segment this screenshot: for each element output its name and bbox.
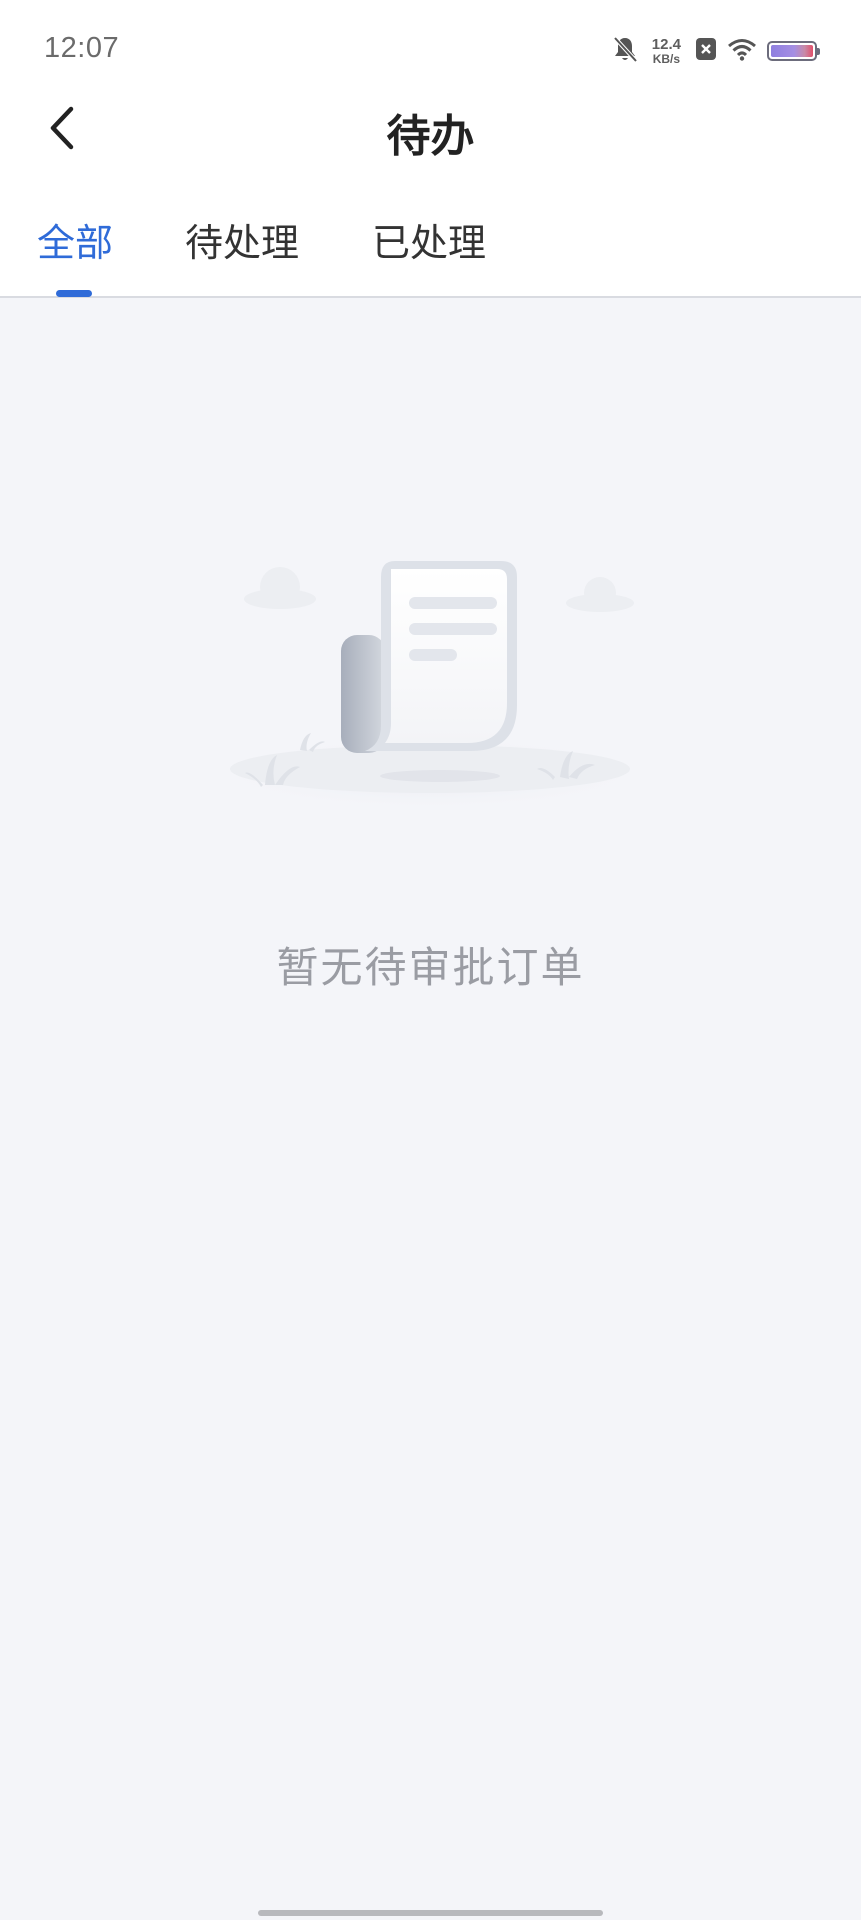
page-title: 待办	[386, 111, 475, 162]
status-bar: 12:07 12.4 KB/s	[0, 0, 861, 100]
navigation-bar: 待办	[0, 90, 861, 170]
tab-processed[interactable]: 已处理	[372, 212, 486, 267]
net-speed: 12.4 KB/s	[652, 37, 681, 65]
home-indicator[interactable]	[258, 1910, 603, 1916]
status-time: 12:07	[44, 32, 120, 64]
net-speed-value: 12.4	[651, 36, 681, 53]
net-speed-unit: KB/s	[652, 52, 681, 66]
empty-document-illustration	[205, 555, 655, 815]
close-box-icon	[695, 37, 717, 65]
empty-state-message: 暂无待审批订单	[276, 943, 585, 992]
bell-muted-icon	[612, 35, 638, 67]
status-icons: 12.4 KB/s	[612, 34, 820, 68]
tab-pending[interactable]: 待处理	[185, 212, 299, 267]
wifi-icon	[727, 37, 757, 65]
top-app-bar: 12:07 12.4 KB/s 待办 全部 待处理 已处理	[0, 0, 861, 298]
tab-bar: 全部 待处理 已处理	[0, 200, 861, 296]
battery-icon	[767, 41, 820, 61]
tab-all[interactable]: 全部	[37, 212, 113, 267]
active-tab-indicator	[56, 290, 92, 297]
